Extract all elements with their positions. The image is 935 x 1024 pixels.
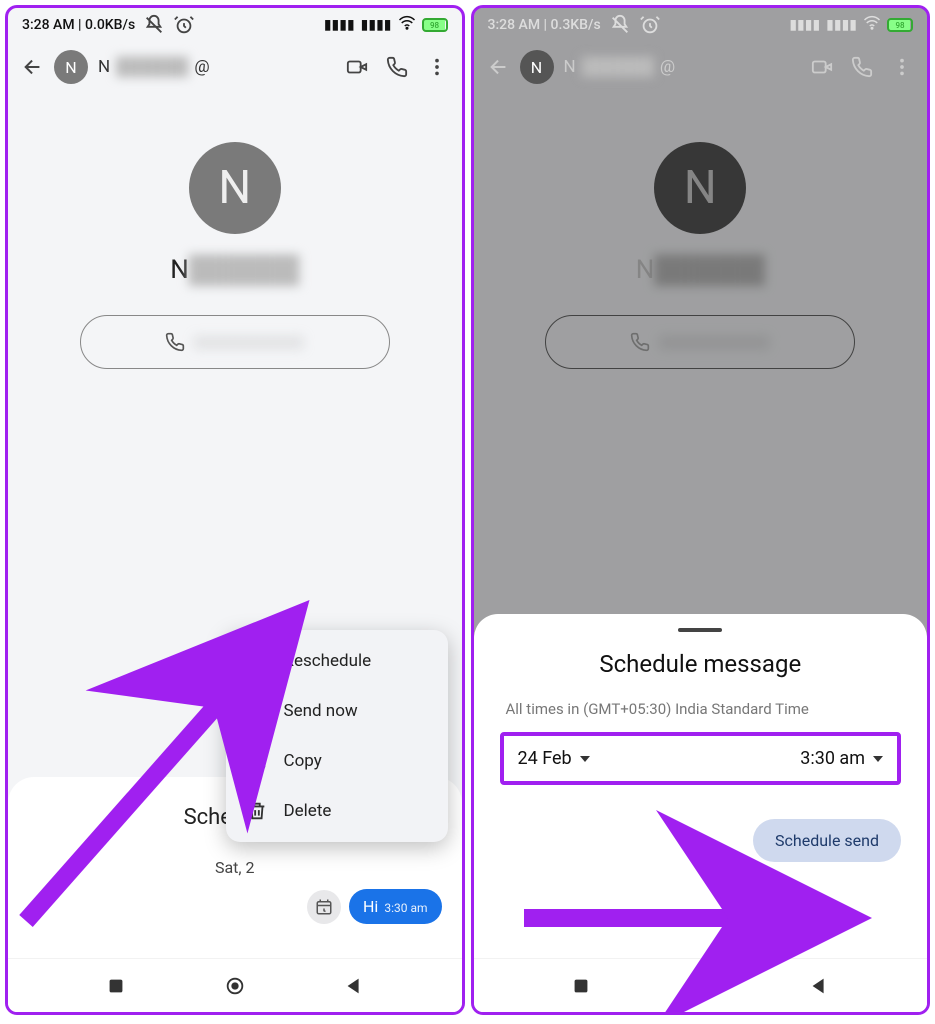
more-icon[interactable] <box>891 56 913 78</box>
wifi-icon <box>398 14 416 36</box>
scheduled-message-bubble[interactable]: Hi 3:30 am <box>349 889 441 924</box>
android-nav-bar <box>8 958 462 1012</box>
phone-screenshot-left: 3:28 AM | 0.0KB/s ▮▮▮▮ ▮▮▮▮ 98 N N █████… <box>5 5 465 1015</box>
menu-item-reschedule[interactable]: Reschedule <box>226 636 448 686</box>
signal-icon-2: ▮▮▮▮ <box>826 17 857 33</box>
nav-home-icon[interactable] <box>689 975 711 997</box>
status-time: 3:28 AM | 0.0KB/s <box>22 17 135 33</box>
nav-back-icon[interactable] <box>808 975 830 997</box>
sheet-handle[interactable] <box>678 628 722 632</box>
signal-icon-2: ▮▮▮▮ <box>361 17 392 33</box>
nav-recents-icon[interactable] <box>570 975 592 997</box>
signal-icon: ▮▮▮▮ <box>789 17 820 33</box>
contact-avatar-small[interactable]: N <box>54 50 88 84</box>
video-call-icon[interactable] <box>811 56 833 78</box>
menu-item-copy[interactable]: Copy <box>226 736 448 786</box>
wifi-icon <box>863 14 881 36</box>
timezone-note: All times in (GMT+05:30) India Standard … <box>500 700 902 718</box>
chevron-down-icon <box>873 756 883 762</box>
contact-title[interactable]: N ██████ @ <box>98 57 336 77</box>
alarm-icon <box>173 14 195 36</box>
chat-header: N N ██████ @ <box>8 42 462 92</box>
time-selector[interactable]: 3:30 am <box>800 748 883 769</box>
phone-number-pill[interactable]: 0000000000 <box>80 315 390 369</box>
contact-title[interactable]: N ██████ @ <box>564 57 802 77</box>
video-call-icon[interactable] <box>346 56 368 78</box>
phone-screenshot-right: 3:28 AM | 0.3KB/s ▮▮▮▮ ▮▮▮▮ 98 N N █████… <box>471 5 931 1015</box>
schedule-message-sheet: Schedule message All times in (GMT+05:30… <box>474 614 928 958</box>
trash-icon <box>246 800 268 822</box>
more-icon[interactable] <box>426 56 448 78</box>
status-bar: 3:28 AM | 0.0KB/s ▮▮▮▮ ▮▮▮▮ 98 <box>8 8 462 42</box>
sheet-title: Schedule message <box>500 650 902 678</box>
nav-home-icon[interactable] <box>224 975 246 997</box>
status-time: 3:28 AM | 0.3KB/s <box>488 17 601 33</box>
nav-recents-icon[interactable] <box>105 975 127 997</box>
battery-icon: 98 <box>887 18 913 32</box>
chat-header: N N ██████ @ <box>474 42 928 92</box>
mute-icon <box>143 14 165 36</box>
voice-call-icon[interactable] <box>386 56 408 78</box>
contact-name: N██████ <box>170 254 299 285</box>
menu-item-delete[interactable]: Delete <box>226 786 448 836</box>
contact-avatar-large: N <box>654 142 746 234</box>
signal-icon: ▮▮▮▮ <box>324 17 355 33</box>
alarm-icon <box>639 14 661 36</box>
datetime-highlight-box: 24 Feb 3:30 am <box>500 732 902 785</box>
contact-name: N██████ <box>636 254 765 285</box>
schedule-badge-icon[interactable] <box>307 890 341 924</box>
android-nav-bar <box>474 958 928 1012</box>
schedule-send-button[interactable]: Schedule send <box>753 819 901 862</box>
copy-icon <box>246 750 268 772</box>
menu-item-send-now[interactable]: Send now <box>226 686 448 736</box>
back-icon[interactable] <box>488 56 510 78</box>
nav-back-icon[interactable] <box>343 975 365 997</box>
battery-icon: 98 <box>422 18 448 32</box>
context-menu: Reschedule Send now Copy Delete <box>226 630 448 842</box>
send-icon <box>246 700 268 722</box>
mute-icon <box>609 14 631 36</box>
calendar-icon <box>246 650 268 672</box>
scheduled-date: Sat, 2 <box>28 858 442 877</box>
chevron-down-icon <box>580 756 590 762</box>
contact-avatar-large: N <box>189 142 281 234</box>
status-bar: 3:28 AM | 0.3KB/s ▮▮▮▮ ▮▮▮▮ 98 <box>474 8 928 42</box>
contact-avatar-small[interactable]: N <box>520 50 554 84</box>
date-selector[interactable]: 24 Feb <box>518 748 590 769</box>
phone-number-pill[interactable]: 0000000000 <box>545 315 855 369</box>
voice-call-icon[interactable] <box>851 56 873 78</box>
back-icon[interactable] <box>22 56 44 78</box>
